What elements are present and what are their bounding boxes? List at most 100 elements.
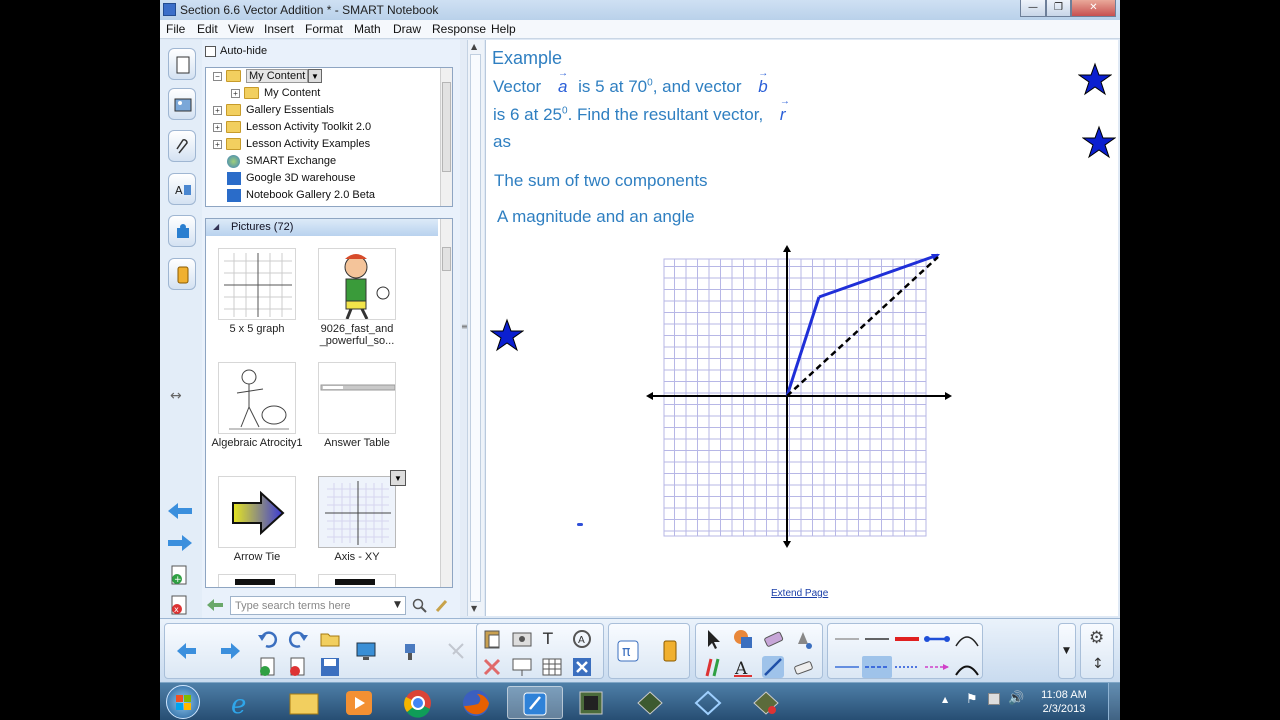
delete-page-icon[interactable] [287,656,309,678]
thumb-answer-table[interactable] [318,362,396,434]
thumb-soccer-cartoon[interactable] [318,248,396,320]
scroll-thumb[interactable] [470,54,481,602]
scroll-thumb[interactable] [442,82,451,172]
move-toolbar-icon[interactable]: ↕ [1092,656,1104,672]
screen-capture-icon[interactable] [511,628,533,650]
taskbar-app-1[interactable] [564,686,620,719]
save-icon[interactable] [319,656,341,678]
line-style-blue-dot-icon[interactable] [922,628,952,650]
page-sorter-tab[interactable] [168,48,196,80]
line-style-dashed-selected-icon[interactable] [862,656,892,678]
tree-scrollbar[interactable] [440,68,452,206]
taskbar-firefox[interactable] [450,686,506,719]
delete-page-icon[interactable]: x [169,594,191,616]
expand-toggle[interactable]: + [213,123,222,132]
line-style-magenta-arrow-icon[interactable] [922,656,952,678]
delete-icon[interactable] [481,656,503,678]
gallery-tab[interactable] [168,88,196,120]
screen-shade-icon[interactable] [355,640,377,662]
star-icon[interactable] [490,318,524,352]
taskbar-internet-explorer[interactable]: e [216,686,272,720]
gear-icon[interactable]: ⚙ [1089,628,1104,648]
arc-style-icon[interactable] [952,628,982,650]
open-file-icon[interactable] [319,628,341,650]
menu-help[interactable]: Help [491,22,516,36]
eraser-icon[interactable] [762,628,784,650]
taskbar-clock[interactable]: 11:08 AM 2/3/2013 [1030,688,1098,716]
star-icon[interactable] [1078,62,1112,96]
scroll-thumb[interactable] [442,247,451,271]
thumb-algebraic-atrocity[interactable] [218,362,296,434]
problem-line-2[interactable]: is 6 at 250. Find the resultant vector, … [493,96,790,125]
text-tool-icon[interactable]: A [732,656,754,678]
paste-icon[interactable] [481,628,503,650]
close-x-box-icon[interactable] [571,656,593,678]
maximize-button[interactable]: ❐ [1046,0,1071,17]
minimize-button[interactable]: — [1020,0,1046,17]
tray-volume-icon[interactable]: 🔊 [1008,691,1024,706]
problem-line-1[interactable]: Vector → a is 5 at 700, and vector → b [493,68,768,97]
autohide-checkbox[interactable] [205,46,216,57]
problem-line-3[interactable]: as [493,132,511,152]
page-scrollbar[interactable]: ▲ ▼ [467,40,484,616]
menu-format[interactable]: Format [305,22,343,36]
line-style-plain-icon[interactable] [832,628,862,650]
thumb-next-row[interactable] [318,574,396,587]
collapse-handle-icon[interactable]: ↔ [170,388,182,404]
taskbar-app-3[interactable] [680,686,736,719]
add-page-icon[interactable]: + [169,564,191,586]
properties-tab[interactable]: A [168,173,196,205]
taskbar-app-4[interactable] [738,686,794,719]
search-icon[interactable] [412,598,428,614]
search-back-arrow-icon[interactable] [206,598,224,612]
vector-diagram[interactable] [646,240,956,560]
line-style-thin-icon[interactable] [862,628,892,650]
math-tools-icon[interactable]: π [617,640,639,662]
menu-draw[interactable]: Draw [393,22,421,36]
tree-item-my-content[interactable]: − My Content ▼ [206,68,442,85]
star-icon[interactable] [1082,125,1116,159]
spell-check-icon[interactable]: A [571,628,593,650]
thumb-axis-xy[interactable] [318,476,396,548]
expand-toggle[interactable]: + [231,89,240,98]
line-style-blue-icon[interactable] [832,656,862,678]
expand-toggle[interactable]: + [213,106,222,115]
panel-splitter[interactable]: ≡ [460,40,468,616]
taskbar-chrome[interactable] [390,686,446,719]
show-desktop-button[interactable] [1108,683,1120,720]
close-button[interactable]: ✕ [1071,0,1116,17]
thumb-menu-dropdown-icon[interactable]: ▼ [390,470,406,486]
start-button[interactable] [166,685,200,719]
menu-view[interactable]: View [228,22,254,36]
expand-toggle[interactable]: + [213,140,222,149]
collapse-toggle[interactable]: − [213,72,222,81]
taskbar-smart-notebook[interactable] [507,686,563,719]
search-options-icon[interactable] [434,598,450,614]
toolbar-expand-dropdown-icon[interactable]: ▼ [1063,646,1070,656]
line-tool-icon[interactable] [762,656,784,678]
clear-page-icon[interactable] [445,640,467,662]
taskbar-app-2[interactable] [622,686,678,719]
menu-insert[interactable]: Insert [264,22,294,36]
attachments-tab[interactable] [168,130,196,162]
pens-icon[interactable] [702,656,724,678]
option-magnitude-angle[interactable]: A magnitude and an angle [497,207,695,227]
tray-expand-icon[interactable]: ▲ [942,695,948,704]
extend-page-link[interactable]: Extend Page [771,588,828,599]
line-style-red-icon[interactable] [892,628,922,650]
page-heading[interactable]: Example [492,48,562,69]
taskbar-media-player[interactable] [332,686,388,719]
shapes-icon[interactable] [732,628,754,650]
arc-style-thick-icon[interactable] [952,656,982,678]
previous-page-icon[interactable] [175,640,197,662]
menu-file[interactable]: File [166,22,185,36]
response-icon[interactable] [659,640,681,662]
add-page-icon[interactable] [257,656,279,678]
magic-pen-icon[interactable] [792,656,814,678]
response-tab[interactable] [168,258,196,290]
line-style-dotted-icon[interactable] [892,656,922,678]
thumb-arrow-tie[interactable] [218,476,296,548]
insert-table-icon[interactable] [541,656,563,678]
taskbar-explorer[interactable] [276,686,332,719]
back-arrow-icon[interactable] [166,500,194,522]
